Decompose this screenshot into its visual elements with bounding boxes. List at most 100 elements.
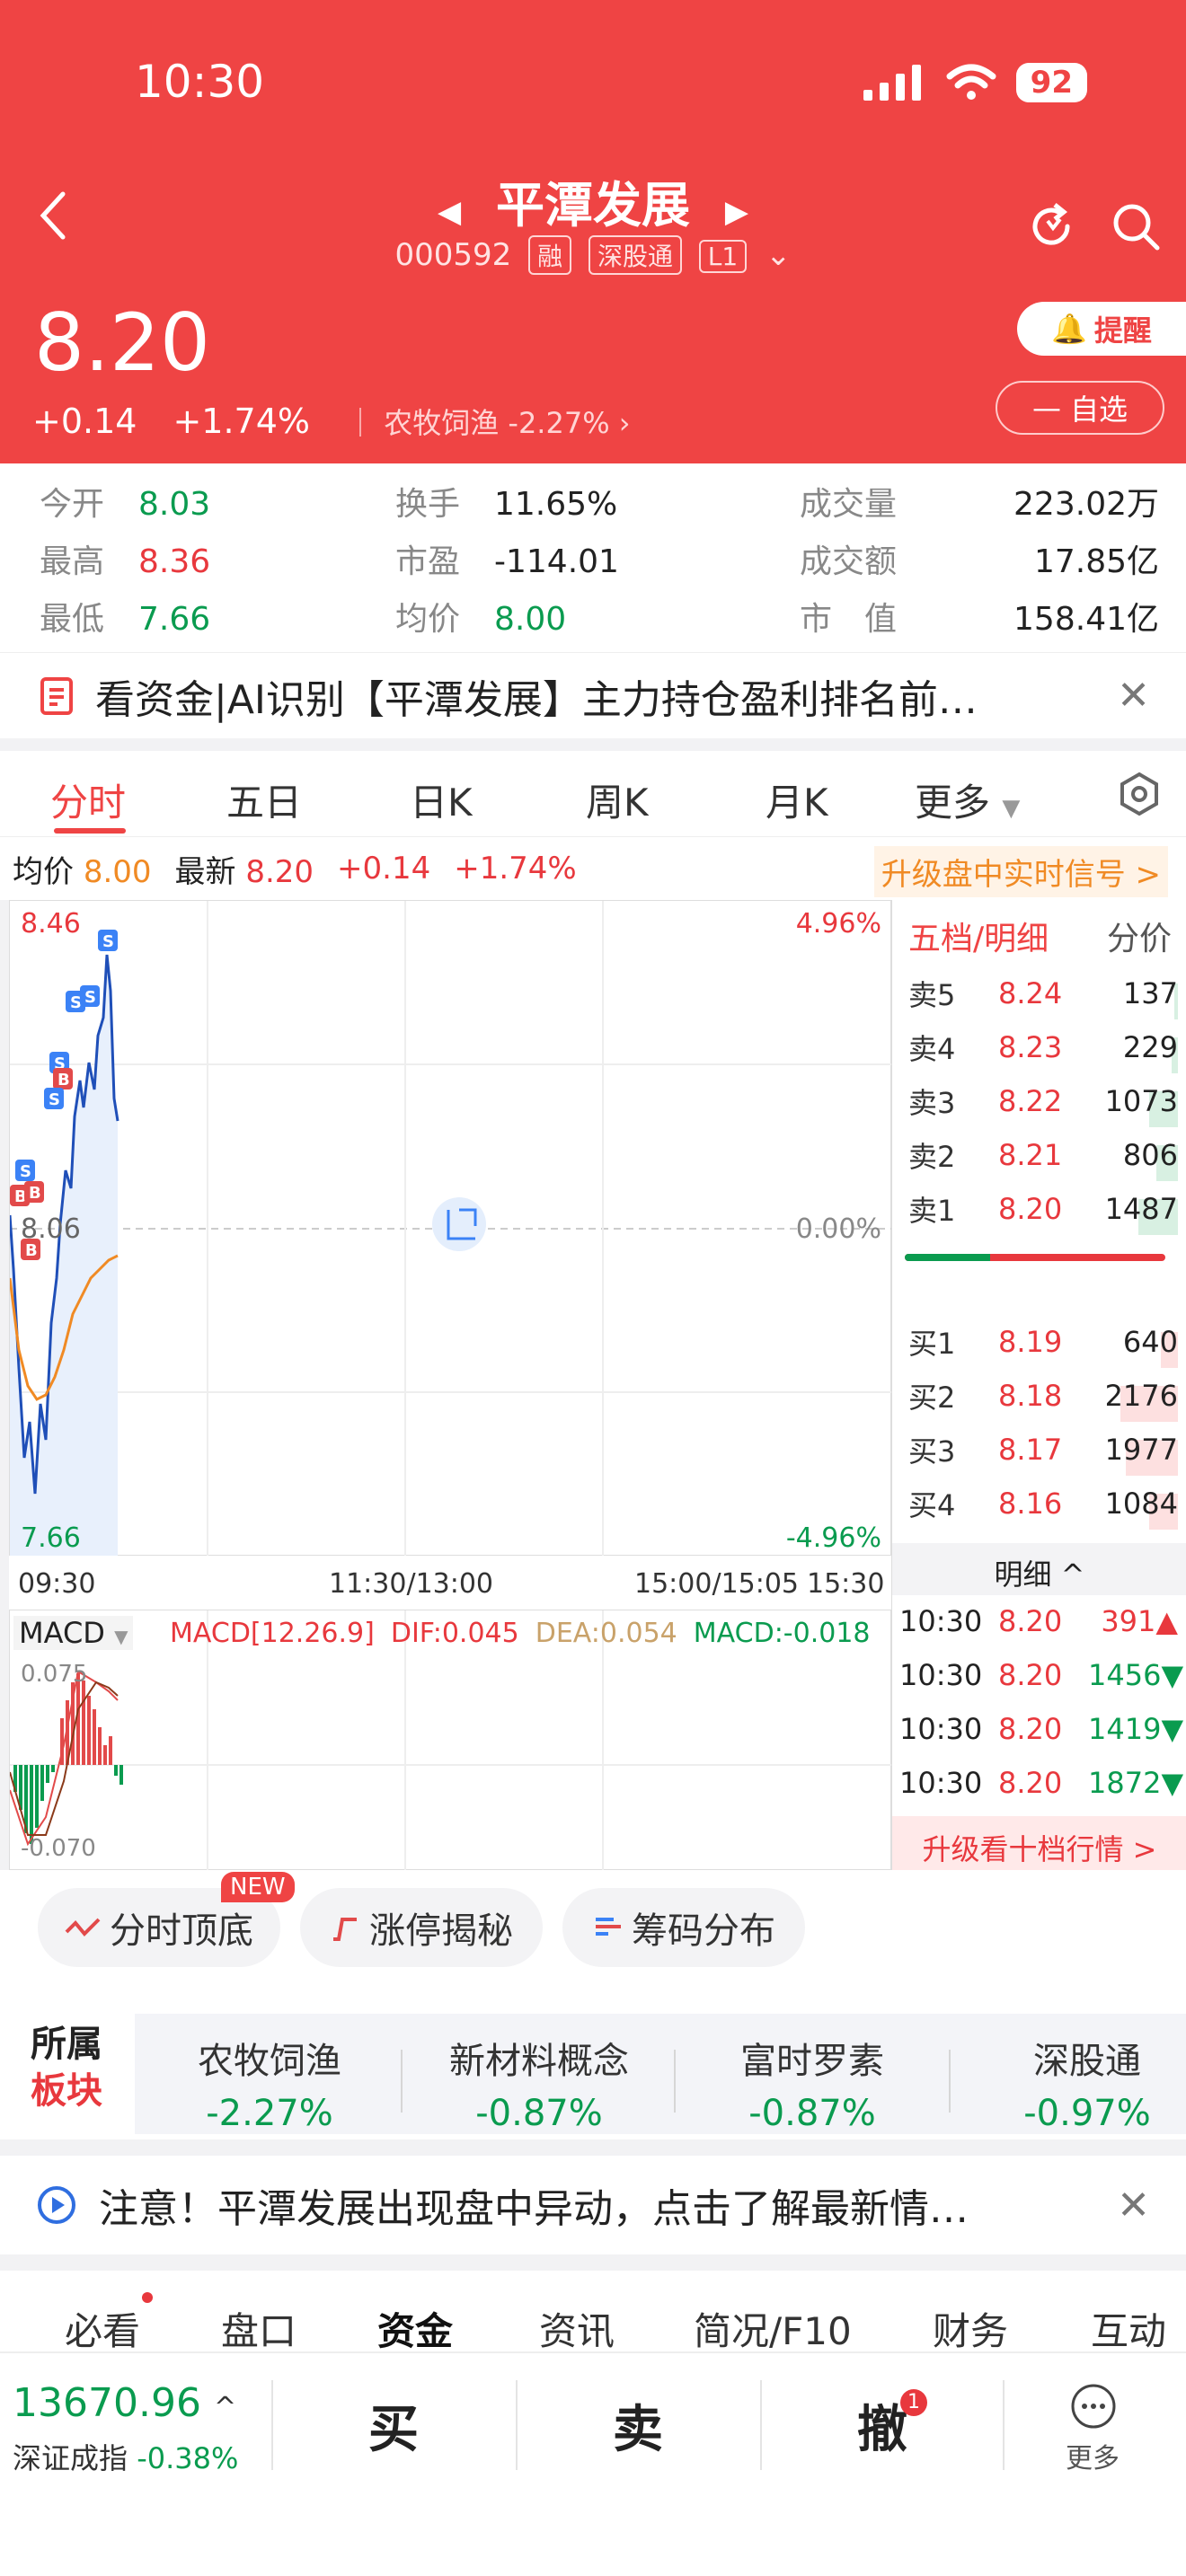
index-name-row: 深证成指 -0.38% (13, 2441, 239, 2475)
upgrade-level10-link[interactable]: 升级看十档行情 > (892, 1816, 1186, 1870)
tab-news[interactable]: 资讯 (539, 2301, 615, 2356)
level-volume: 2176 (1097, 1379, 1178, 1422)
price-dist-tab[interactable]: 分价 (1107, 913, 1172, 959)
bid-row[interactable]: 买3 8.17 1977 (908, 1423, 1178, 1477)
more-label: 更多 (1066, 2443, 1120, 2475)
detail-toggle[interactable]: 明细 ^ (892, 1543, 1186, 1595)
trend-icon (65, 1918, 101, 1936)
level-price: 8.16 (998, 1486, 1063, 1521)
chip-icon (596, 1918, 621, 1936)
bid-row[interactable]: 买4 8.16 1084 (908, 1477, 1178, 1531)
tab-weekly-k[interactable]: 周K (586, 772, 649, 827)
more-icon[interactable] (1069, 2382, 1118, 2430)
limit-up-button[interactable]: 涨停揭秘 (300, 1888, 543, 1967)
cancel-badge: 1 (900, 2389, 927, 2416)
stock-code-row: 000592 融 深股通 L1 ⌄ (0, 235, 1186, 275)
order-book: 五档/明细 分价 卖5 8.24 137 卖4 8.23 229 卖3 8.22 1073 卖2 8… (891, 900, 1186, 1870)
pct-axis-bottom: -4.96% (785, 1522, 881, 1554)
bid-row[interactable]: 买1 8.19 640 (908, 1315, 1178, 1369)
intraday-chart-svg: S S S S B S S B B B (10, 901, 892, 1557)
bid-row[interactable]: 买2 8.18 2176 (908, 1369, 1178, 1423)
x-label-noon: 11:30/13:00 (329, 1568, 494, 1600)
stock-name: 平潭发展 (496, 177, 690, 234)
stock-header: 10:30 92 ◀ 平潭发展 ▶ 000592 融 深股通 L1 ⌄ 8.20 (0, 0, 1186, 463)
buy-button[interactable]: 买 (368, 2389, 419, 2462)
refresh-icon[interactable] (1024, 199, 1078, 253)
ask-row[interactable]: 卖1 8.20 1487 (908, 1182, 1178, 1236)
pct-axis-mid: 0.00% (795, 1213, 881, 1245)
settings-icon[interactable] (1116, 771, 1163, 817)
remind-button[interactable]: 🔔 提醒 (1017, 302, 1186, 356)
level-price: 8.23 (998, 1030, 1063, 1064)
macd-chart[interactable]: MACD ▼ MACD[12.26.9] DIF:0.045 DEA:0.054… (9, 1610, 892, 1871)
info-tabs: 必看 盘口 资金 资讯 简况/F10 财务 互动 (0, 2271, 1186, 2360)
document-icon (40, 676, 73, 715)
sector-item[interactable]: 新材料概念 -0.87% (431, 2032, 647, 2134)
macd-selector[interactable]: MACD ▼ (13, 1616, 134, 1650)
stat-high: 最高 8.36 (40, 543, 211, 580)
tab-monthly-k[interactable]: 月K (766, 772, 828, 827)
stock-code: 000592 (394, 237, 512, 273)
tab-funds[interactable]: 资金 (377, 2301, 453, 2356)
sector-item[interactable]: 深股通 -0.97% (979, 2032, 1186, 2134)
alert-banner[interactable]: 注意！平潭发展出现盘中异动，点击了解最新情… ✕ (0, 2156, 1186, 2254)
ask-row[interactable]: 卖4 8.23 229 (908, 1020, 1178, 1074)
sector-item[interactable]: 农牧饲渔 -2.27% (162, 2032, 377, 2134)
tab-profile[interactable]: 简况/F10 (694, 2301, 852, 2356)
ask-row[interactable]: 卖2 8.21 806 (908, 1128, 1178, 1182)
y-axis-top: 8.46 (21, 908, 81, 940)
x-label-open: 09:30 (18, 1568, 96, 1600)
tab-daily-k[interactable]: 日K (410, 772, 473, 827)
level-volume: 1977 (1097, 1433, 1178, 1476)
status-icons: 92 (863, 63, 1087, 102)
prev-stock-icon[interactable]: ◀ (438, 194, 461, 230)
quote-avg: 均价 8.00 (13, 853, 152, 890)
tick-row: 10:30 8.20 1456▼ (899, 1658, 1184, 1692)
orderbook-tab[interactable]: 五档/明细 (908, 913, 1049, 959)
level-label: 买2 (908, 1381, 956, 1415)
y-axis-bottom: 7.66 (21, 1522, 81, 1554)
tab-interact[interactable]: 互动 (1091, 2301, 1166, 2356)
limit-up-icon (333, 1918, 357, 1941)
level-volume: 1487 (1097, 1192, 1178, 1235)
tab-five-day[interactable]: 五日 (226, 772, 302, 827)
chevron-down-icon[interactable]: ⌄ (766, 237, 792, 273)
search-icon[interactable] (1109, 199, 1163, 253)
sector-link[interactable]: ｜ 农牧饲渔 -2.27% › (346, 401, 631, 442)
sector-panel: 所属 板块 农牧饲渔 -2.27% 新材料概念 -0.87% 富时罗素 -0.87% … (0, 1987, 1186, 2139)
ask-row[interactable]: 卖3 8.22 1073 (908, 1074, 1178, 1128)
price-change-row: +0.14 +1.74% ｜ 农牧饲渔 -2.27% › (32, 401, 631, 442)
ask-row[interactable]: 卖5 8.24 137 (908, 966, 1178, 1020)
stock-title[interactable]: ◀ 平潭发展 ▶ (0, 165, 1186, 236)
next-stock-icon[interactable]: ▶ (725, 194, 748, 230)
level-price: 8.17 (998, 1433, 1063, 1467)
tab-more[interactable]: 更多 ▼ (915, 772, 1020, 827)
tick-row: 10:30 8.20 391▲ (899, 1604, 1178, 1638)
close-icon[interactable]: ✕ (1117, 2183, 1150, 2228)
upgrade-signal-link[interactable]: 升级盘中实时信号 > (873, 846, 1168, 897)
level-label: 卖4 (908, 1032, 956, 1066)
wifi-icon (946, 64, 996, 100)
close-icon[interactable]: ✕ (1117, 673, 1150, 719)
chip-distribution-button[interactable]: 筹码分布 (562, 1888, 805, 1967)
sector-item[interactable]: 富时罗素 -0.87% (704, 2032, 920, 2134)
price-change-pct: +1.74% (173, 401, 311, 441)
stat-avg: 均价 8.00 (395, 601, 567, 638)
status-time: 10:30 (135, 56, 265, 108)
tab-finance[interactable]: 财务 (933, 2301, 1008, 2356)
sell-button[interactable]: 卖 (613, 2389, 663, 2462)
fund-banner[interactable]: 看资金|AI识别【平潭发展】主力持仓盈利排名前… ✕ (0, 652, 1186, 738)
level-volume: 1084 (1097, 1486, 1178, 1530)
add-watchlist-button[interactable]: — 自选 (996, 381, 1164, 435)
tab-must-see[interactable]: 必看 (65, 2301, 140, 2356)
tab-underline (54, 828, 126, 834)
intraday-chart[interactable]: S S S S B S S B B B 8.46 8.06 7.66 4.96%… (9, 900, 892, 1557)
level-label: 买1 (908, 1327, 956, 1361)
tab-intraday[interactable]: 分时 (50, 772, 126, 827)
stat-pe: 市盈 -114.01 (395, 543, 619, 580)
tab-handicap[interactable]: 盘口 (221, 2301, 296, 2356)
level-tag: L1 (698, 240, 748, 273)
order-ratio-bar (905, 1254, 1165, 1261)
index-value[interactable]: 13670.96 ^ (13, 2380, 236, 2426)
level-label: 卖3 (908, 1086, 956, 1120)
